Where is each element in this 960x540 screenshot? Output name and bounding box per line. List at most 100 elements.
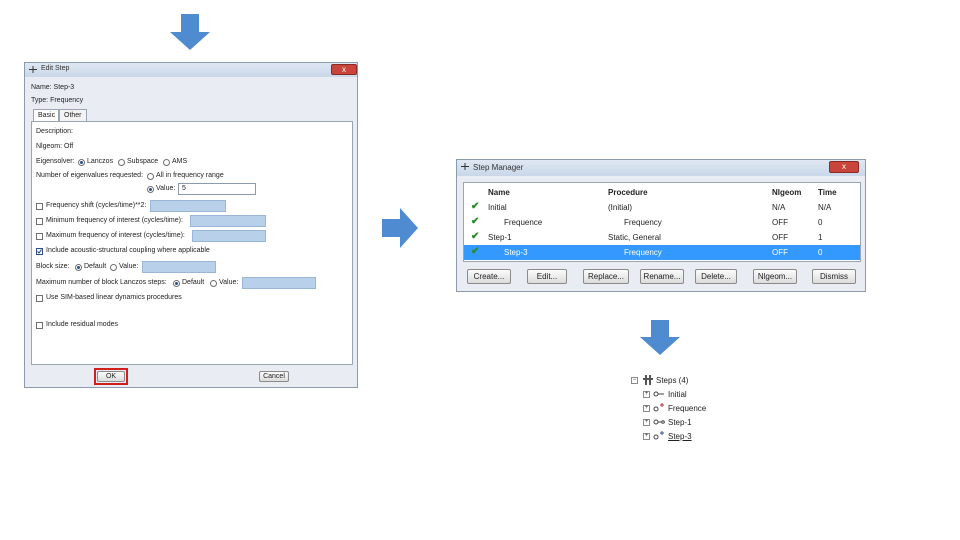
num-eigen-value: 5 — [182, 185, 186, 192]
ok-button[interactable]: OK — [97, 371, 125, 382]
edit-step-title: Edit Step — [41, 65, 70, 72]
close-button[interactable]: x — [331, 64, 357, 75]
header-time: Time — [818, 188, 837, 197]
tree-root-label[interactable]: Steps (4) — [656, 376, 688, 385]
tree-item-frequence[interactable]: Frequence — [668, 404, 706, 413]
row-time: N/A — [818, 203, 832, 212]
expand-icon[interactable]: + — [643, 419, 650, 426]
value-label: Value: — [156, 185, 176, 192]
close-button[interactable]: x — [829, 161, 859, 173]
app-icon — [29, 66, 37, 73]
min-freq-input[interactable] — [190, 215, 266, 227]
edit-button[interactable]: Edit... — [527, 269, 567, 284]
tree-item-step-1[interactable]: Step-1 — [668, 418, 692, 427]
max-blocks-default-label: Default — [182, 279, 205, 286]
max-blocks-value-radio[interactable] — [210, 280, 217, 287]
block-value-label: Value: — [119, 263, 139, 270]
description-label: Description: — [36, 128, 73, 135]
row-time: 1 — [818, 233, 823, 242]
sim-checkbox[interactable] — [36, 295, 43, 302]
acoustic-label: Include acoustic-structural coupling whe… — [46, 247, 210, 254]
num-eigen-label: Number of eigenvalues requested: — [36, 172, 144, 179]
tab-other[interactable]: Other — [59, 109, 87, 121]
row-name: Initial — [488, 203, 507, 212]
all-in-range-radio[interactable] — [147, 173, 154, 180]
expand-icon[interactable]: + — [643, 391, 650, 398]
eigensolver-label: Eigensolver: — [36, 158, 75, 165]
frequency-step-icon — [653, 403, 664, 412]
lanczos-label: Lanczos — [87, 158, 114, 165]
ams-radio[interactable] — [163, 159, 170, 166]
tab-basic[interactable]: Basic — [33, 109, 59, 121]
max-freq-label: Maximum frequency of interest (cycles/ti… — [46, 232, 185, 239]
acoustic-checkbox[interactable] — [36, 248, 43, 255]
edit-step-titlebar[interactable]: Edit Step x — [25, 63, 357, 77]
all-in-range-label: All in frequency range — [156, 172, 224, 179]
row-procedure: Frequency — [624, 248, 662, 257]
lanczos-radio[interactable] — [78, 159, 85, 166]
expand-icon[interactable]: + — [643, 405, 650, 412]
row-name: Frequence — [504, 218, 543, 227]
num-eigen-input[interactable]: 5 — [178, 183, 256, 195]
table-row[interactable]: ✔ Frequence Frequency OFF 0 — [464, 215, 860, 230]
frequency-step-icon — [653, 431, 664, 440]
step-icon — [653, 419, 665, 425]
step-name: Name: Step-3 — [31, 84, 75, 91]
block-default-radio[interactable] — [75, 264, 82, 271]
sim-label: Use SIM-based linear dynamics procedures — [46, 294, 182, 301]
basic-panel: Description: Nlgeom: Off Eigensolver: La… — [31, 121, 353, 365]
block-size-input[interactable] — [142, 261, 216, 273]
nlgeom-button[interactable]: Nlgeom... — [753, 269, 797, 284]
subspace-radio[interactable] — [118, 159, 125, 166]
check-icon: ✔ — [471, 216, 480, 227]
replace-button[interactable]: Replace... — [583, 269, 629, 284]
header-nlgeom: Nlgeom — [772, 188, 802, 197]
step-manager-dialog: Step Manager x Name Procedure Nlgeom Tim… — [456, 159, 866, 292]
max-freq-checkbox[interactable] — [36, 233, 43, 240]
table-row[interactable]: ✔ Initial (Initial) N/A N/A — [464, 200, 860, 215]
row-name: Step-1 — [488, 233, 512, 242]
app-icon — [461, 163, 469, 170]
tree-item-initial[interactable]: Initial — [668, 390, 687, 399]
table-row[interactable]: ✔ Step-1 Static, General OFF 1 — [464, 230, 860, 245]
row-nlgeom: N/A — [772, 203, 786, 212]
row-nlgeom: OFF — [772, 218, 788, 227]
collapse-icon[interactable]: − — [631, 377, 638, 384]
row-name: Step-3 — [504, 248, 528, 257]
edit-step-dialog: Edit Step x Name: Step-3 Type: Frequency… — [24, 62, 358, 388]
rename-button[interactable]: Rename... — [640, 269, 684, 284]
residual-label: Include residual modes — [46, 321, 118, 328]
row-procedure: Frequency — [624, 218, 662, 227]
row-nlgeom: OFF — [772, 248, 788, 257]
dismiss-button[interactable]: Dismiss — [812, 269, 856, 284]
header-name: Name — [488, 188, 510, 197]
steps-folder-icon — [643, 375, 653, 385]
create-button[interactable]: Create... — [467, 269, 511, 284]
table-row-selected[interactable]: ✔ Step-3 Frequency OFF 0 — [464, 245, 860, 260]
min-freq-checkbox[interactable] — [36, 218, 43, 225]
freq-shift-checkbox[interactable] — [36, 203, 43, 210]
cancel-button[interactable]: Cancel — [259, 371, 289, 382]
step-icon — [653, 391, 664, 397]
check-icon: ✔ — [471, 231, 480, 242]
delete-button[interactable]: Delete... — [695, 269, 737, 284]
tree-item-step-3[interactable]: Step-3 — [668, 432, 692, 441]
block-value-radio[interactable] — [110, 264, 117, 271]
max-blocks-default-radio[interactable] — [173, 280, 180, 287]
value-radio[interactable] — [147, 186, 154, 193]
block-default-label: Default — [84, 263, 107, 270]
freq-shift-input[interactable] — [150, 200, 226, 212]
expand-icon[interactable]: + — [643, 433, 650, 440]
max-blocks-input[interactable] — [242, 277, 316, 289]
block-size-label: Block size: — [36, 263, 70, 270]
row-nlgeom: OFF — [772, 233, 788, 242]
nlgeom-label: Nlgeom: Off — [36, 143, 74, 150]
table-header: Name Procedure Nlgeom Time — [464, 185, 860, 200]
step-manager-titlebar[interactable]: Step Manager x — [457, 160, 865, 176]
steps-table: Name Procedure Nlgeom Time ✔ Initial (In… — [463, 182, 861, 262]
residual-checkbox[interactable] — [36, 322, 43, 329]
max-freq-input[interactable] — [192, 230, 266, 242]
ams-label: AMS — [172, 158, 188, 165]
row-procedure: Static, General — [608, 233, 661, 242]
check-icon: ✔ — [471, 246, 480, 257]
